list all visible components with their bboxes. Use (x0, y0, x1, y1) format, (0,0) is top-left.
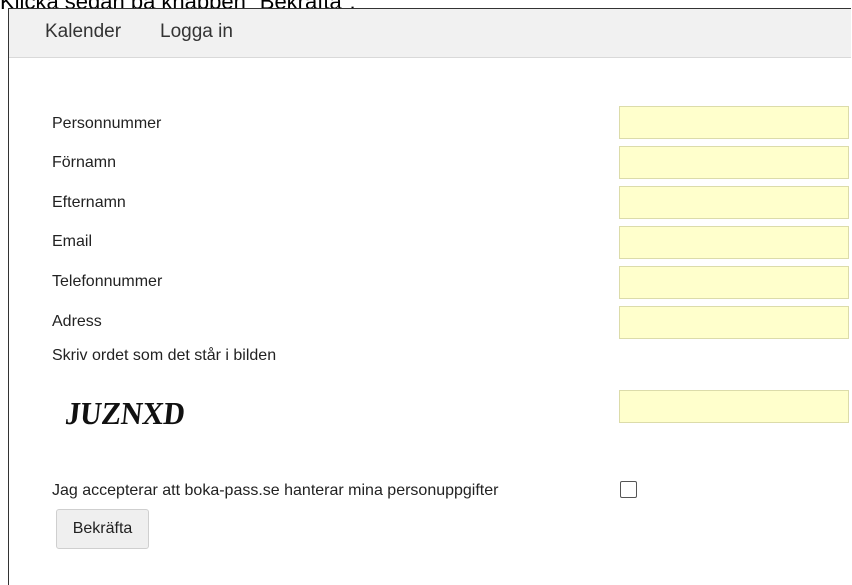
nav-link-calendar[interactable]: Kalender (45, 21, 121, 43)
consent-checkbox[interactable] (620, 481, 637, 498)
consent-label: Jag accepterar att boka-pass.se hanterar… (52, 482, 499, 499)
navbar: Kalender Logga in (9, 9, 851, 58)
adress-label: Adress (52, 313, 102, 330)
telefonnummer-input[interactable] (619, 266, 849, 299)
email-input[interactable] (619, 226, 849, 259)
personnummer-label: Personnummer (52, 115, 162, 132)
captcha-input[interactable] (619, 390, 849, 423)
captcha-image-text: JUZNXD (64, 396, 187, 431)
personnummer-input[interactable] (619, 106, 849, 139)
email-label: Email (52, 233, 93, 250)
nav-link-login[interactable]: Logga in (160, 21, 233, 43)
fornamn-input[interactable] (619, 146, 849, 179)
confirm-button[interactable]: Bekräfta (56, 509, 149, 549)
telefonnummer-label: Telefonnummer (52, 273, 163, 290)
efternamn-label: Efternamn (52, 194, 126, 211)
adress-input[interactable] (619, 306, 849, 339)
page-frame: Kalender Logga in Personnummer Förnamn E… (8, 8, 851, 585)
captcha-image: JUZNXD (64, 396, 187, 431)
captcha-instruction: Skriv ordet som det står i bilden (52, 347, 277, 364)
efternamn-input[interactable] (619, 186, 849, 219)
fornamn-label: Förnamn (52, 154, 117, 171)
